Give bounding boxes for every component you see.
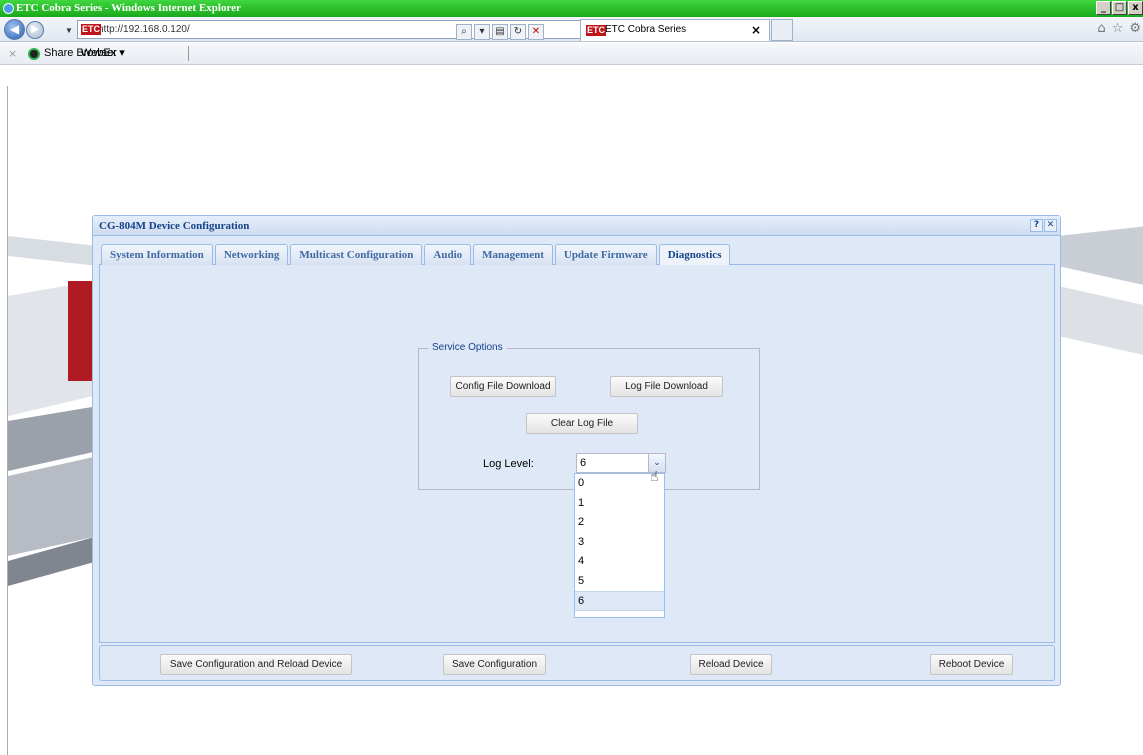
home-icon[interactable]: ⌂ — [1097, 21, 1105, 36]
dialog-header: CG-804M Device Configuration ? ✕ — [93, 216, 1060, 236]
close-icon[interactable]: ✕ — [1044, 219, 1057, 232]
tab-diagnostics[interactable]: Diagnostics — [658, 244, 731, 266]
background-graphic-left — [8, 236, 98, 586]
log-level-value: 6 — [580, 457, 587, 469]
forward-button[interactable]: ▶ — [26, 21, 44, 39]
address-bar[interactable]: ETC http://192.168.0.120/ ⌕ ▾ ▤ ↻ ✕ — [77, 20, 597, 40]
address-tools: ⌕ ▾ ▤ ↻ ✕ — [456, 24, 544, 40]
dialog-tools: ? ✕ — [1030, 219, 1057, 232]
log-file-download-button[interactable]: Log File Download — [610, 376, 723, 397]
background-graphic-right — [1058, 226, 1143, 355]
dialog-footer: Save Configuration and Reload Device Sav… — [99, 645, 1055, 681]
log-level-option[interactable]: 4 — [575, 552, 664, 572]
close-tab-icon[interactable]: × — [751, 20, 761, 40]
tab-system-information[interactable]: System Information — [101, 244, 213, 265]
device-config-dialog: CG-804M Device Configuration ? ✕ System … — [92, 215, 1061, 686]
dialog-title: CG-804M Device Configuration — [99, 220, 250, 232]
log-level-option[interactable]: 3 — [575, 533, 664, 553]
history-dropdown-icon[interactable]: ▼ — [65, 26, 73, 35]
help-icon[interactable]: ? — [1030, 219, 1043, 232]
address-url[interactable]: http://192.168.0.120/ — [98, 24, 190, 35]
window-title: ETC Cobra Series - Windows Internet Expl… — [16, 2, 241, 14]
favbar-separator — [188, 46, 189, 61]
maximize-button[interactable]: □ — [1112, 1, 1127, 15]
favorites-bar: × Share Browser WebEx ▾ — [0, 43, 1143, 65]
save-configuration-button[interactable]: Save Configuration — [443, 654, 546, 675]
share-browser-icon — [28, 47, 40, 60]
log-level-option[interactable]: 5 — [575, 572, 664, 592]
config-file-download-button[interactable]: Config File Download — [450, 376, 556, 397]
tab-networking[interactable]: Networking — [214, 244, 289, 265]
webex-menu[interactable]: WebEx ▾ — [81, 43, 125, 64]
back-button[interactable]: ◀ — [4, 19, 25, 40]
refresh-icon[interactable]: ↻ — [510, 24, 526, 40]
etc-tab-icon: ETC — [586, 25, 606, 36]
stop-icon[interactable]: ✕ — [528, 24, 544, 40]
reload-device-button[interactable]: Reload Device — [690, 654, 772, 675]
window-title-bar: ETC Cobra Series - Windows Internet Expl… — [0, 0, 1143, 17]
window-controls: _ □ x — [1096, 1, 1143, 15]
reboot-device-button[interactable]: Reboot Device — [930, 654, 1013, 675]
log-level-option-selected[interactable]: 6 — [575, 591, 664, 611]
search-icon[interactable]: ⌕ — [456, 24, 472, 40]
favorites-star-icon[interactable]: ☆ — [1112, 21, 1124, 36]
browser-right-tools: ⌂ ☆ ⚙ — [1097, 21, 1141, 36]
tab-management[interactable]: Management — [473, 244, 553, 265]
tab-multicast-configuration[interactable]: Multicast Configuration — [290, 244, 423, 265]
browser-tab-title: ETC Cobra Series — [605, 24, 687, 35]
log-level-option[interactable]: 2 — [575, 513, 664, 533]
close-favbar-icon[interactable]: × — [8, 43, 17, 64]
tabs: System Information Networking Multicast … — [101, 244, 731, 266]
tab-audio[interactable]: Audio — [424, 244, 472, 265]
log-level-label: Log Level: — [483, 458, 534, 470]
clear-log-file-button[interactable]: Clear Log File — [526, 413, 638, 434]
settings-gear-icon[interactable]: ⚙ — [1129, 21, 1141, 36]
log-level-dropdown-list: 0 1 2 3 4 5 6 — [574, 473, 665, 618]
hand-cursor-icon: ☝ — [650, 469, 659, 485]
compatibility-icon[interactable]: ▤ — [492, 24, 508, 40]
close-window-button[interactable]: x — [1128, 1, 1143, 15]
service-options-legend: Service Options — [428, 342, 507, 353]
ie-icon — [3, 3, 14, 14]
tab-update-firmware[interactable]: Update Firmware — [554, 244, 657, 265]
navigation-bar: ◀ ▶ ▼ ETC http://192.168.0.120/ ⌕ ▾ ▤ ↻ … — [0, 17, 1143, 42]
new-tab-button[interactable] — [771, 19, 793, 41]
address-dropdown-icon[interactable]: ▾ — [474, 24, 490, 40]
log-level-option[interactable]: 1 — [575, 494, 664, 514]
tab-strip: System Information Networking Multicast … — [99, 242, 1055, 266]
browser-tab[interactable]: ETC ETC Cobra Series × — [580, 19, 770, 41]
etc-favicon-icon: ETC — [81, 24, 101, 35]
save-and-reload-button[interactable]: Save Configuration and Reload Device — [160, 654, 352, 675]
minimize-button[interactable]: _ — [1096, 1, 1111, 15]
service-options-fieldset: Service Options Config File Download Log… — [418, 342, 760, 490]
